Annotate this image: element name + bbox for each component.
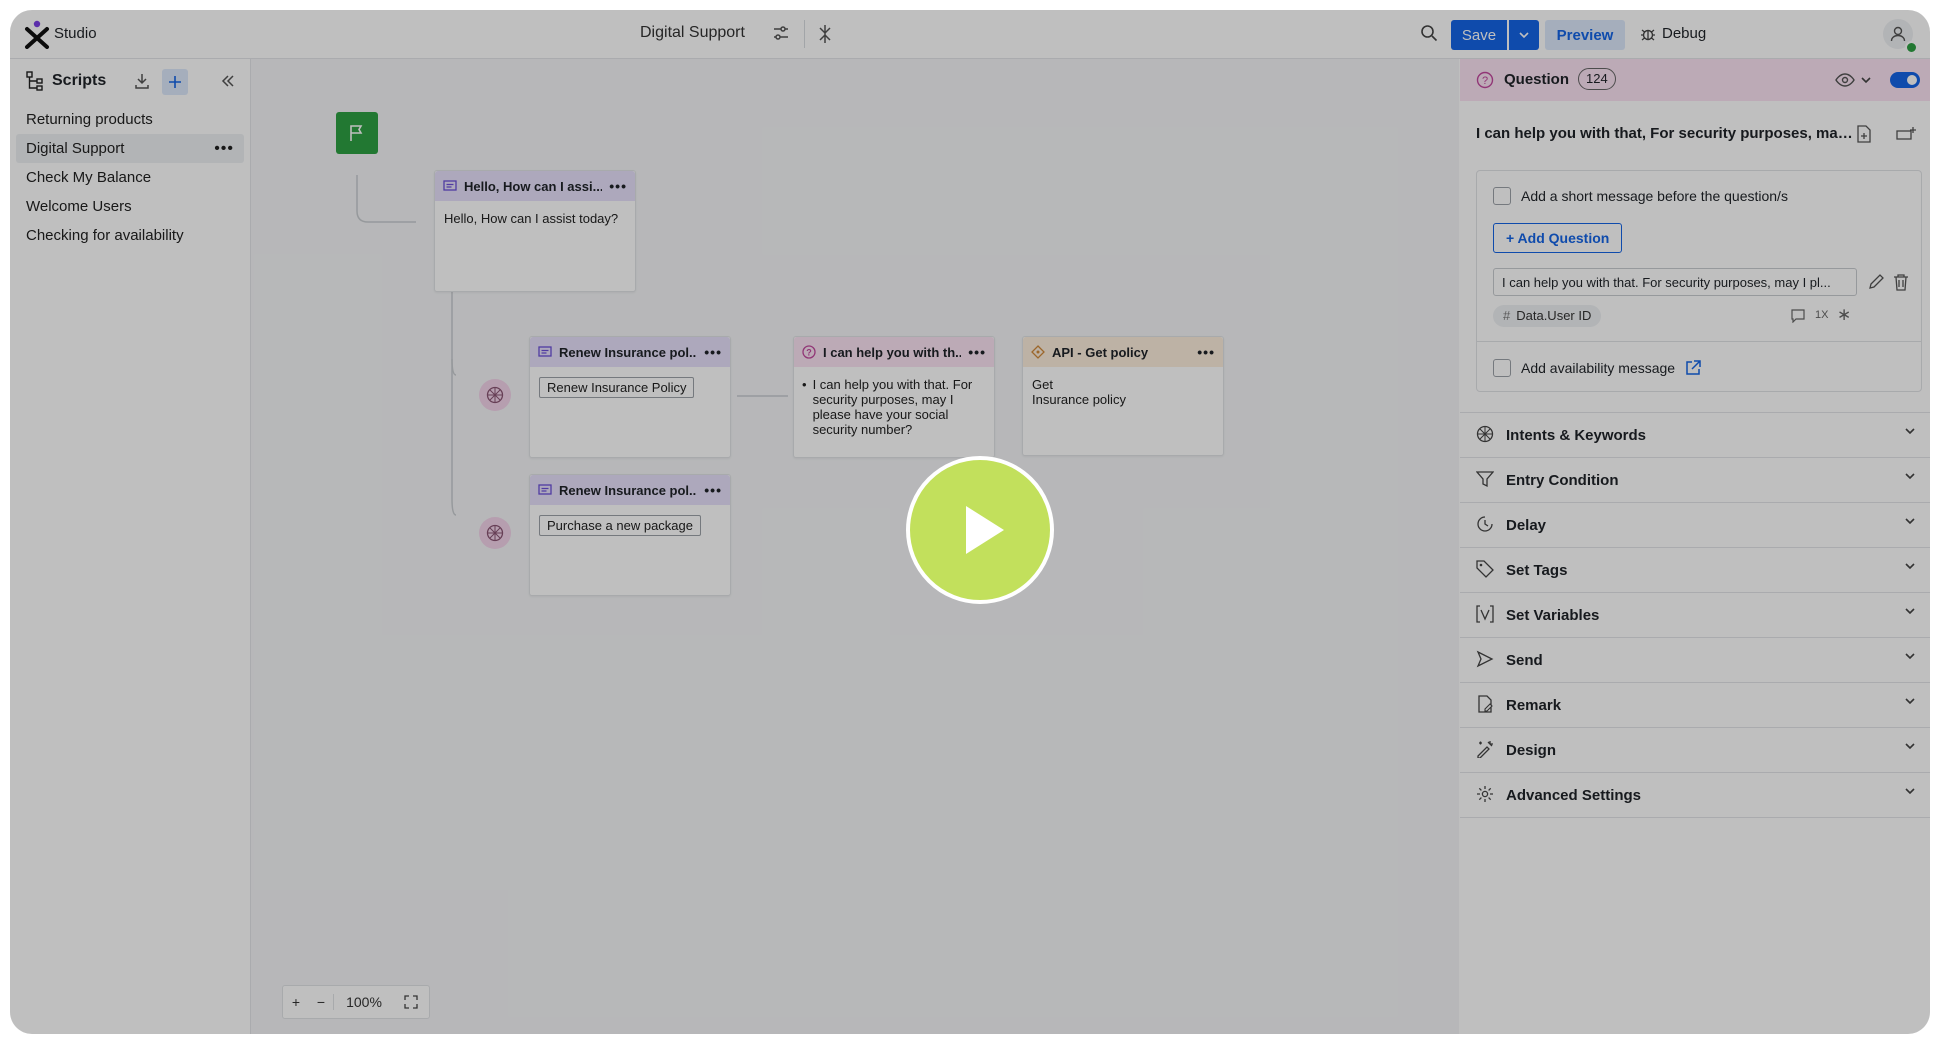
play-icon [966, 506, 1004, 554]
play-button[interactable] [906, 456, 1054, 604]
app: Studio Digital Support Save Preview Debu… [10, 10, 1930, 1034]
app-frame: Studio Digital Support Save Preview Debu… [10, 10, 1930, 1034]
